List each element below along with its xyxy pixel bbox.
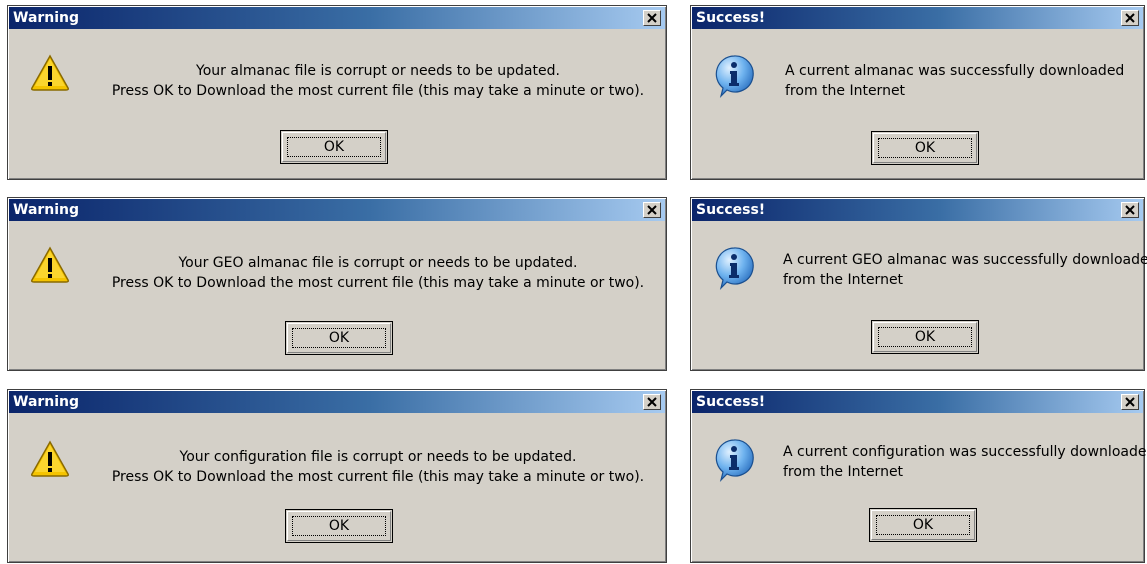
warning-icon [31, 440, 69, 477]
title-bar[interactable]: Warning [9, 7, 665, 29]
info-icon [715, 439, 754, 482]
title-bar[interactable]: Success! [692, 199, 1143, 221]
dialog-title: Warning [13, 10, 80, 26]
close-icon [647, 13, 657, 23]
message-line-1: Your almanac file is corrupt or needs to… [196, 63, 560, 79]
ok-button-label: OK [876, 515, 970, 535]
dialog-title: Warning [13, 202, 80, 218]
dialog-title: Warning [13, 394, 80, 410]
close-button[interactable] [643, 10, 661, 26]
dialog-message: Your GEO almanac file is corrupt or need… [98, 253, 658, 293]
dialog-title: Success! [696, 202, 766, 218]
close-button[interactable] [643, 202, 661, 218]
dialog-title: Success! [696, 394, 766, 410]
warning-icon [31, 246, 69, 283]
title-bar[interactable]: Success! [692, 391, 1143, 413]
ok-button[interactable]: OK [285, 509, 393, 543]
message-line-2: from the Internet [785, 83, 906, 99]
dialog-message: Your configuration file is corrupt or ne… [98, 447, 658, 487]
success-dialog-configuration: Success! A current configuration was suc… [690, 389, 1147, 563]
close-button[interactable] [1121, 394, 1139, 410]
warning-icon [31, 54, 69, 91]
warning-dialog-configuration: Warning Your configuration file is corru… [7, 389, 667, 563]
ok-button[interactable]: OK [871, 131, 979, 165]
dialog-title: Success! [696, 10, 766, 26]
title-bar[interactable]: Success! [692, 7, 1143, 29]
close-button[interactable] [643, 394, 661, 410]
message-line-2: from the Internet [783, 464, 904, 480]
ok-button[interactable]: OK [280, 130, 388, 164]
success-dialog-almanac: Success! A current almanac was successfu… [690, 5, 1145, 180]
message-line-1: A current almanac was successfully downl… [785, 63, 1125, 79]
warning-dialog-geo-almanac: Warning Your GEO almanac file is corrupt… [7, 197, 667, 371]
close-button[interactable] [1121, 202, 1139, 218]
message-line-2: from the Internet [783, 272, 904, 288]
ok-button-label: OK [292, 328, 386, 348]
close-icon [647, 397, 657, 407]
ok-button[interactable]: OK [871, 320, 979, 354]
close-icon [1125, 13, 1135, 23]
ok-button[interactable]: OK [285, 321, 393, 355]
success-dialog-geo-almanac: Success! A current GEO almanac was succe… [690, 197, 1147, 371]
close-icon [1125, 397, 1135, 407]
dialog-message: A current configuration was successfully… [783, 442, 1147, 482]
ok-button-label: OK [292, 516, 386, 536]
title-bar[interactable]: Warning [9, 199, 665, 221]
info-icon [715, 247, 754, 290]
message-line-1: A current GEO almanac was successfully d… [783, 252, 1147, 268]
close-icon [647, 205, 657, 215]
message-line-2: Press OK to Download the most current fi… [111, 83, 645, 99]
ok-button-label: OK [287, 137, 381, 157]
ok-button-label: OK [878, 138, 972, 158]
close-icon [1125, 205, 1135, 215]
title-bar[interactable]: Warning [9, 391, 665, 413]
dialog-message: A current GEO almanac was successfully d… [783, 250, 1147, 290]
ok-button[interactable]: OK [869, 508, 977, 542]
message-line-1: Your configuration file is corrupt or ne… [179, 449, 577, 465]
message-line-1: Your GEO almanac file is corrupt or need… [178, 255, 578, 271]
message-line-2: Press OK to Download the most current fi… [111, 275, 645, 291]
close-button[interactable] [1121, 10, 1139, 26]
message-line-2: Press OK to Download the most current fi… [111, 469, 645, 485]
warning-dialog-almanac: Warning Your almanac file is corrupt or … [7, 5, 667, 180]
info-icon [715, 55, 754, 98]
dialog-message: Your almanac file is corrupt or needs to… [98, 61, 658, 101]
ok-button-label: OK [878, 327, 972, 347]
message-line-1: A current configuration was successfully… [783, 444, 1147, 460]
dialog-message: A current almanac was successfully downl… [785, 61, 1124, 101]
